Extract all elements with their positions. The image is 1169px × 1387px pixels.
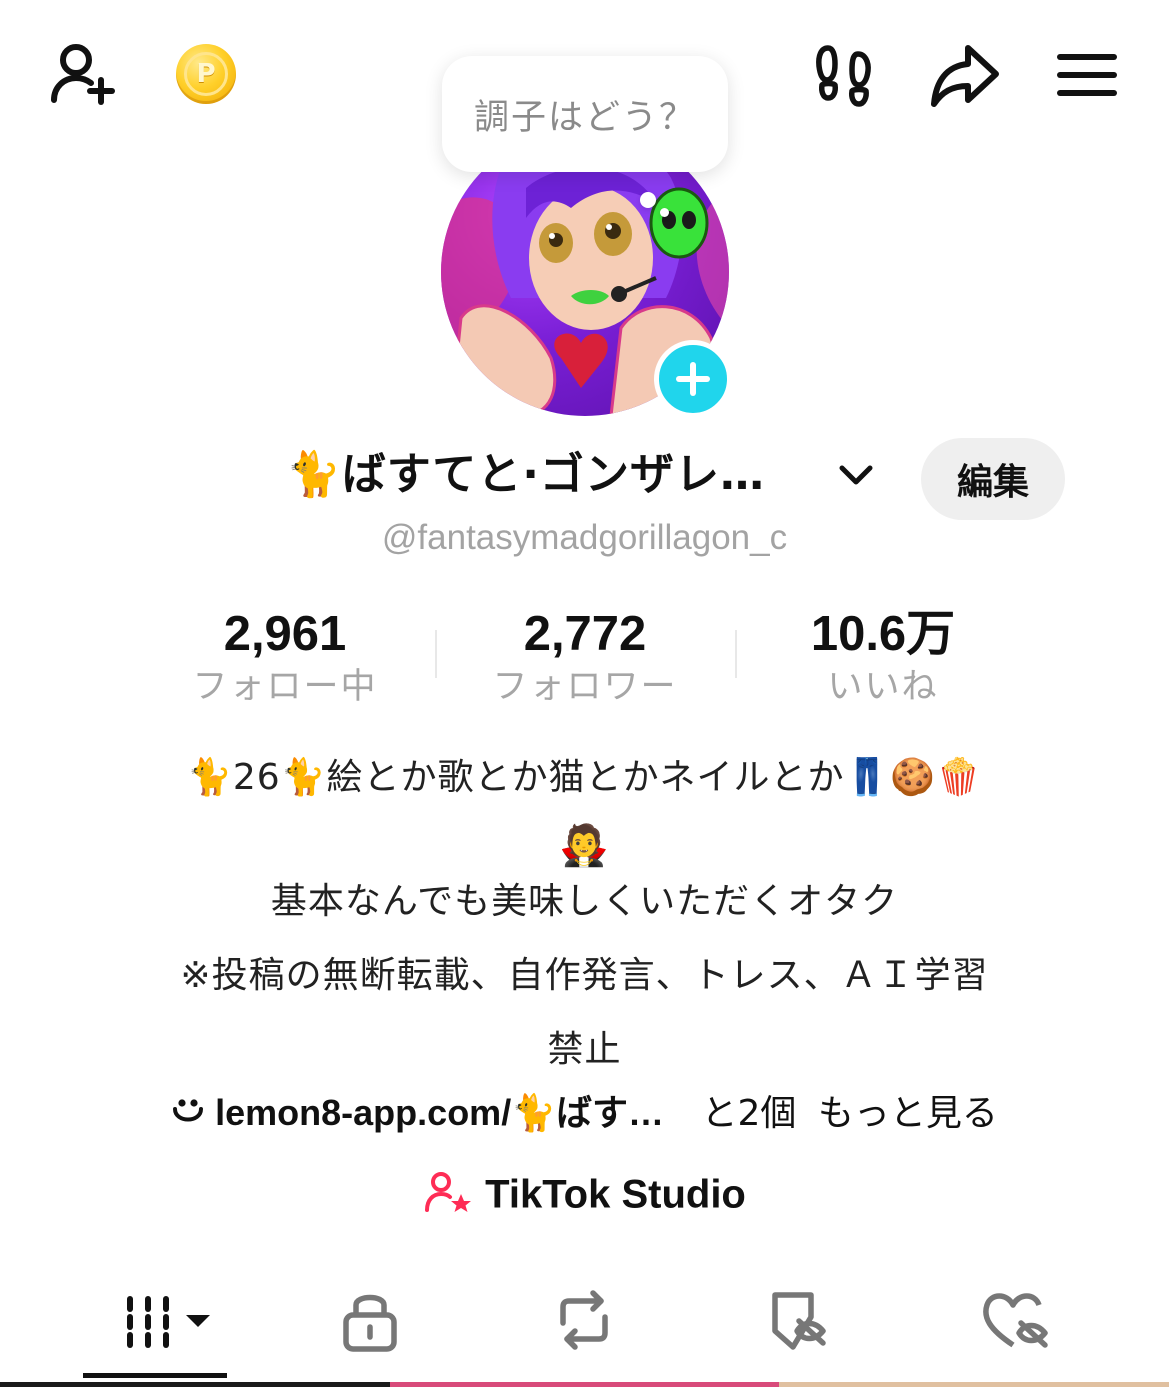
bio-link-extra[interactable]: と2個 (701, 1093, 796, 1134)
link-icon (171, 1095, 205, 1136)
status-bubble[interactable]: 調子はどう？ (442, 56, 728, 172)
stat-value: 10.6万 (810, 607, 956, 661)
bubble-tail-dot (640, 192, 656, 208)
stat-label: フォロー中 (192, 667, 378, 707)
stat-value: 2,961 (223, 607, 347, 661)
tab-liked[interactable] (946, 1280, 1086, 1360)
stat-likes[interactable]: 10.6万 いいね (733, 604, 1033, 710)
edit-profile-button[interactable]: 編集 (921, 438, 1065, 520)
tiktok-studio-link[interactable]: TikTok Studio (0, 1170, 1169, 1224)
stat-value: 2,772 (523, 607, 647, 661)
studio-user-star-icon (423, 1170, 473, 1224)
tab-videos[interactable] (86, 1280, 226, 1360)
bio-line-2: 🧛 (559, 823, 610, 869)
lock-icon (343, 1294, 397, 1352)
bio-links-row: lemon8-app.com/🐈ばす… と2個 もっと見る (0, 1084, 1169, 1136)
bubble-tail-dot-small (660, 208, 669, 217)
share-icon[interactable] (928, 38, 1002, 112)
add-story-button[interactable] (654, 340, 732, 418)
stat-label: いいね (827, 667, 939, 707)
add-friend-icon[interactable] (46, 38, 120, 112)
stat-followers[interactable]: 2,772 フォロワー (435, 604, 735, 710)
active-tab-indicator (83, 1373, 227, 1378)
coin-icon[interactable]: P (176, 44, 236, 104)
coin-letter: P (184, 52, 228, 96)
bio-line-3: 基本なんでも美味しくいただくオタク (270, 881, 899, 922)
video-grid-preview (0, 1382, 1169, 1387)
profile-handle: @fantasymadgorillagon_c (381, 518, 788, 557)
plus-icon (676, 362, 710, 396)
bio-line-5: 禁止 (547, 1029, 622, 1070)
tab-reposts[interactable] (514, 1280, 654, 1360)
tab-private[interactable] (300, 1280, 440, 1360)
saved-icon (772, 1292, 826, 1350)
tab-saved[interactable] (730, 1280, 870, 1360)
repost-icon (560, 1290, 608, 1350)
stat-label: フォロワー (492, 667, 678, 707)
see-more-link[interactable]: もっと見る (818, 1093, 998, 1134)
liked-icon (983, 1293, 1048, 1348)
studio-label: TikTok Studio (485, 1172, 746, 1217)
bio-line-4: ※投稿の無断転載、自作発言、トレス、ＡＩ学習 (180, 955, 989, 996)
stat-following[interactable]: 2,961 フォロー中 (135, 604, 435, 710)
footprints-icon[interactable] (810, 38, 884, 112)
bio-link-url[interactable]: lemon8-app.com/🐈ばす… (215, 1092, 664, 1133)
profile-name[interactable]: 🐈ばすてと·ゴンザレ… (286, 440, 765, 510)
grid-icon (127, 1296, 210, 1348)
menu-icon[interactable] (1050, 38, 1124, 112)
chevron-down-icon[interactable] (836, 458, 876, 496)
bio-line-1: 🐈26🐈絵とか歌とか猫とかネイルとか👖🍪🍿 (187, 757, 982, 798)
